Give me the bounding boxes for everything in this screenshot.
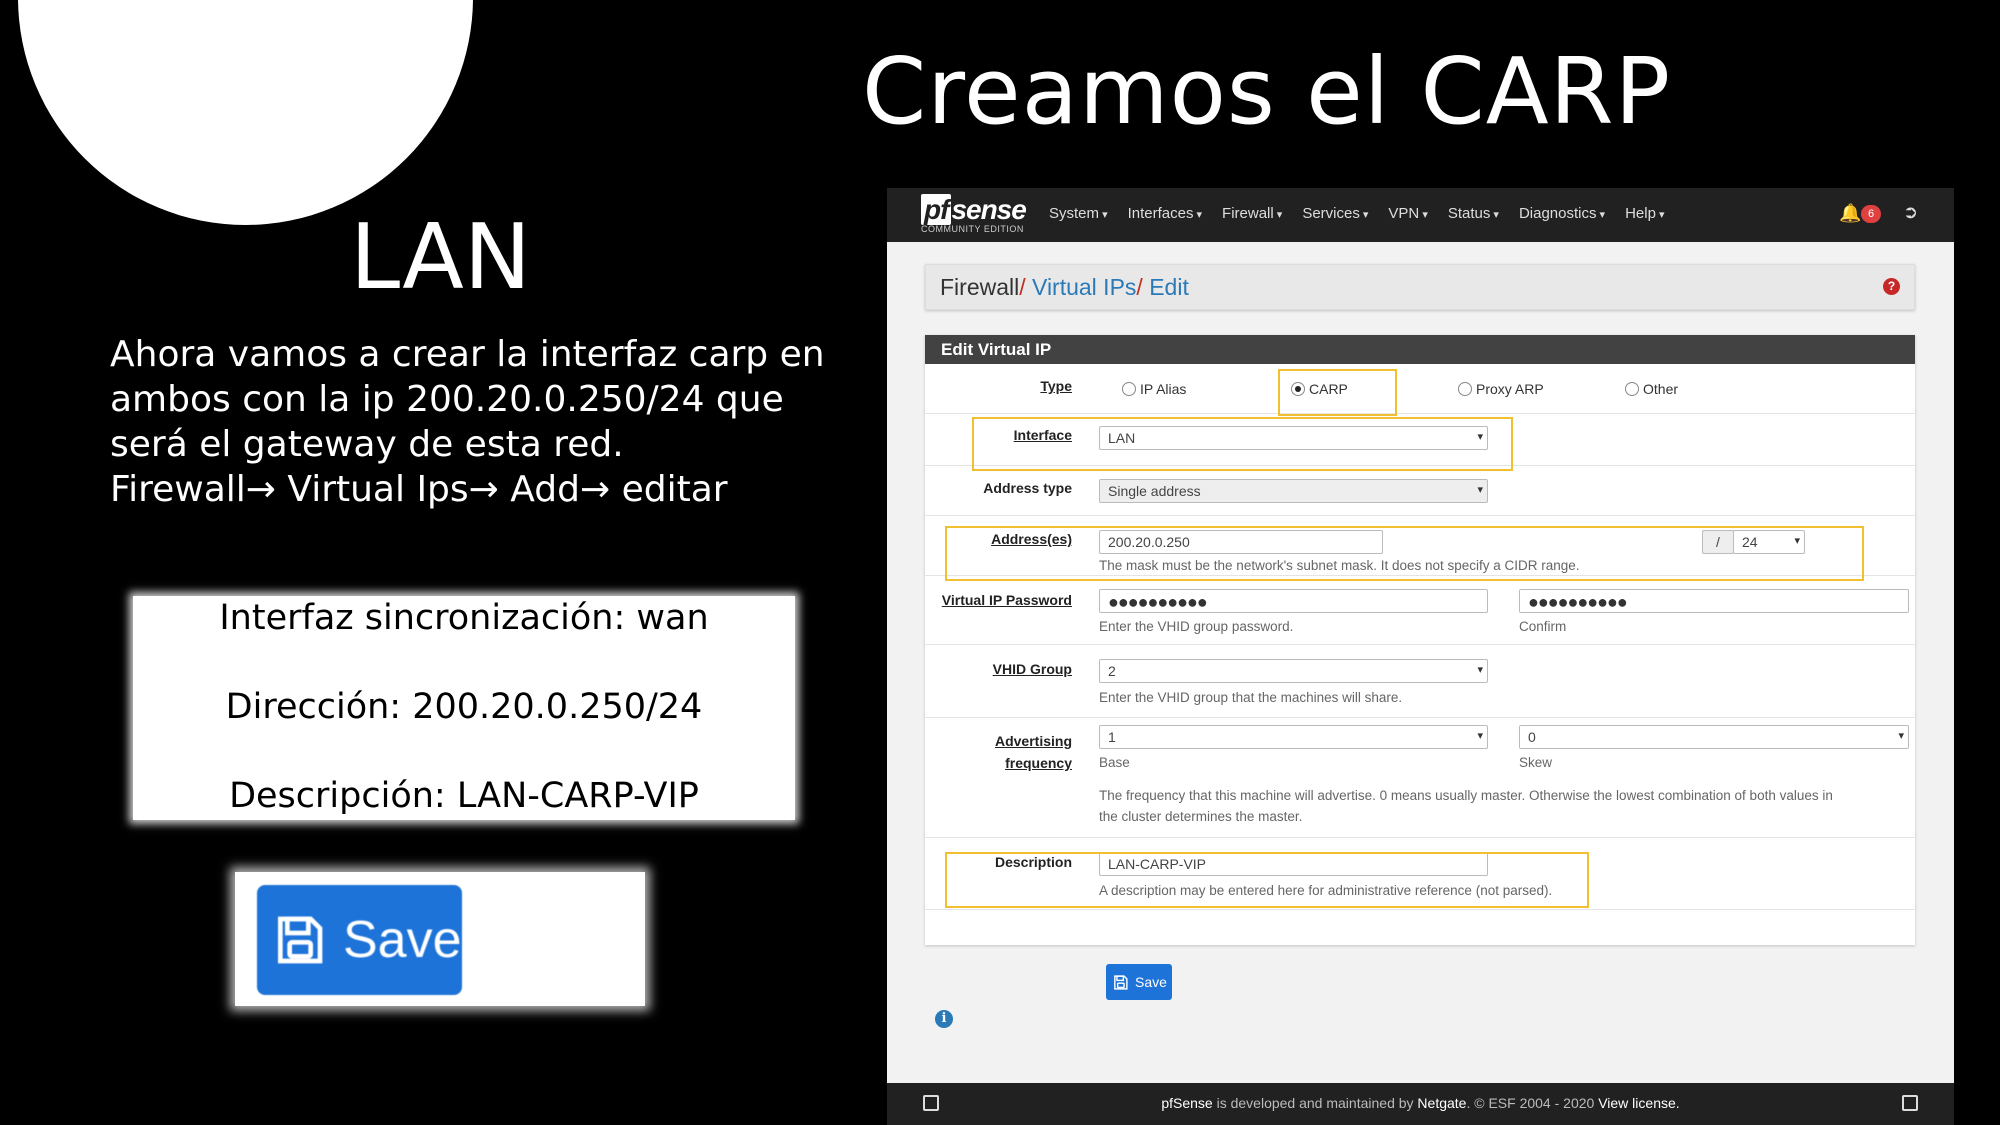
body-line: será el gateway de esta red. (110, 424, 624, 465)
password-confirm-help: Confirm (1519, 619, 1567, 634)
body-line: Ahora vamos a crear la interfaz carp en (110, 334, 825, 375)
nav-system[interactable]: System (1049, 205, 1108, 222)
footer-text: is developed and maintained by (1212, 1095, 1418, 1111)
address-type-select[interactable]: Single address (1099, 479, 1488, 503)
advertising-label-1: Advertising (994, 733, 1072, 749)
body-line: ambos con la ip 200.20.0.250/24 que (110, 379, 784, 420)
save-label: Save (1135, 974, 1167, 990)
nav-menu: System Interfaces Firewall Services VPN … (1049, 205, 1665, 222)
footer-license-link[interactable]: View license. (1598, 1095, 1679, 1111)
slide-body-text: Ahora vamos a crear la interfaz carp en … (110, 332, 825, 512)
breadcrumb: Firewall/ Virtual IPs/ Edit ? (925, 264, 1915, 310)
panel-title: Edit Virtual IP (925, 335, 1915, 364)
password-help: Enter the VHID group password. (1099, 619, 1294, 634)
highlight-addresses (945, 526, 1864, 581)
radio-ip-alias[interactable]: IP Alias (1122, 381, 1186, 397)
advertising-help-1: The frequency that this machine will adv… (1099, 788, 1833, 803)
highlight-carp (1278, 369, 1397, 416)
pfsense-screenshot: pfsense COMMUNITY EDITION System Interfa… (887, 188, 1954, 1125)
vhid-help: Enter the VHID group that the machines w… (1099, 690, 1403, 705)
advertising-base-select[interactable]: 1 (1099, 725, 1488, 749)
lan-heading: LAN (350, 205, 532, 310)
footer: pfSense is developed and maintained by N… (887, 1083, 1954, 1125)
breadcrumb-edit[interactable]: Edit (1149, 274, 1189, 300)
body-line: Firewall→ Virtual Ips→ Add→ editar (110, 469, 728, 510)
nav-vpn[interactable]: VPN (1388, 205, 1427, 222)
nav-services[interactable]: Services (1302, 205, 1368, 222)
footer-expand-icon[interactable] (923, 1095, 939, 1111)
logo-sense: sense (951, 194, 1026, 225)
help-icon[interactable]: ? (1883, 278, 1900, 295)
nav-diagnostics[interactable]: Diagnostics (1519, 205, 1605, 222)
summary-sync-interface: Interfaz sincronización: wan (219, 598, 709, 638)
footer-copyright: . © ESF 2004 - 2020 (1466, 1095, 1599, 1111)
breadcrumb-sep: / (1019, 274, 1026, 300)
radio-proxy-arp[interactable]: Proxy ARP (1458, 381, 1544, 397)
footer-collapse-icon[interactable] (1902, 1095, 1918, 1111)
decorative-circle (18, 0, 473, 225)
nav-interfaces[interactable]: Interfaces (1128, 205, 1202, 222)
address-type-label: Address type (983, 480, 1072, 496)
advertising-row: Advertising frequency 1 Base 0 Skew The … (925, 718, 1915, 838)
radio-other[interactable]: Other (1625, 381, 1678, 397)
settings-summary-box: Interfaz sincronización: wan Dirección: … (133, 596, 795, 820)
advertising-skew-help: Skew (1519, 755, 1553, 770)
save-button-zoom: Save (235, 872, 645, 1006)
info-icon[interactable]: i (935, 1010, 953, 1028)
vhid-select[interactable]: 2 (1099, 659, 1488, 683)
nav-help[interactable]: Help (1625, 205, 1664, 222)
navbar: pfsense COMMUNITY EDITION System Interfa… (887, 188, 1954, 242)
summary-description: Descripción: LAN-CARP-VIP (229, 776, 699, 816)
summary-address: Dirección: 200.20.0.250/24 (225, 687, 703, 727)
footer-brand: pfSense (1161, 1095, 1213, 1111)
slide-title: Creamos el CARP (862, 38, 1672, 145)
floppy-disk-icon (1114, 974, 1128, 990)
password-label: Virtual IP Password (941, 592, 1072, 608)
logo-pf: pf (921, 194, 952, 225)
type-label: Type (1040, 378, 1072, 394)
logo-edition: COMMUNITY EDITION (921, 224, 1024, 234)
save-button[interactable]: Save (1106, 964, 1172, 1000)
floppy-disk-icon (278, 916, 323, 964)
password-confirm-input[interactable]: ●●●●●●●●●● (1519, 589, 1909, 613)
nav-status[interactable]: Status (1448, 205, 1499, 222)
logout-icon[interactable]: ➲ (1903, 202, 1918, 223)
notification-badge[interactable]: 6 (1861, 205, 1881, 223)
bell-icon[interactable]: 🔔 (1839, 203, 1861, 224)
pfsense-logo[interactable]: pf sense COMMUNITY EDITION (921, 194, 1041, 238)
vhid-row: VHID Group 2 Enter the VHID group that t… (925, 645, 1915, 718)
type-row: Type IP Alias CARP Proxy ARP Other (925, 364, 1915, 414)
nav-firewall[interactable]: Firewall (1222, 205, 1282, 222)
password-input[interactable]: ●●●●●●●●●● (1099, 589, 1488, 613)
password-row: Virtual IP Password ●●●●●●●●●● Enter the… (925, 576, 1915, 645)
advertising-skew-select[interactable]: 0 (1519, 725, 1909, 749)
highlight-description (945, 852, 1589, 908)
vhid-label: VHID Group (992, 661, 1072, 677)
breadcrumb-virtual-ips[interactable]: Virtual IPs (1032, 274, 1136, 300)
advertising-base-help: Base (1099, 755, 1130, 770)
advertising-help-2: the cluster determines the master. (1099, 809, 1303, 824)
breadcrumb-sep: / (1136, 274, 1143, 300)
highlight-interface (972, 417, 1513, 471)
footer-netgate-link[interactable]: Netgate (1417, 1095, 1466, 1111)
zoomed-save-label: Save (343, 911, 462, 969)
advertising-label-2: frequency (1005, 755, 1072, 771)
address-type-row: Address type Single address (925, 466, 1915, 516)
zoomed-save-button: Save (257, 885, 462, 995)
breadcrumb-firewall: Firewall (940, 274, 1020, 300)
